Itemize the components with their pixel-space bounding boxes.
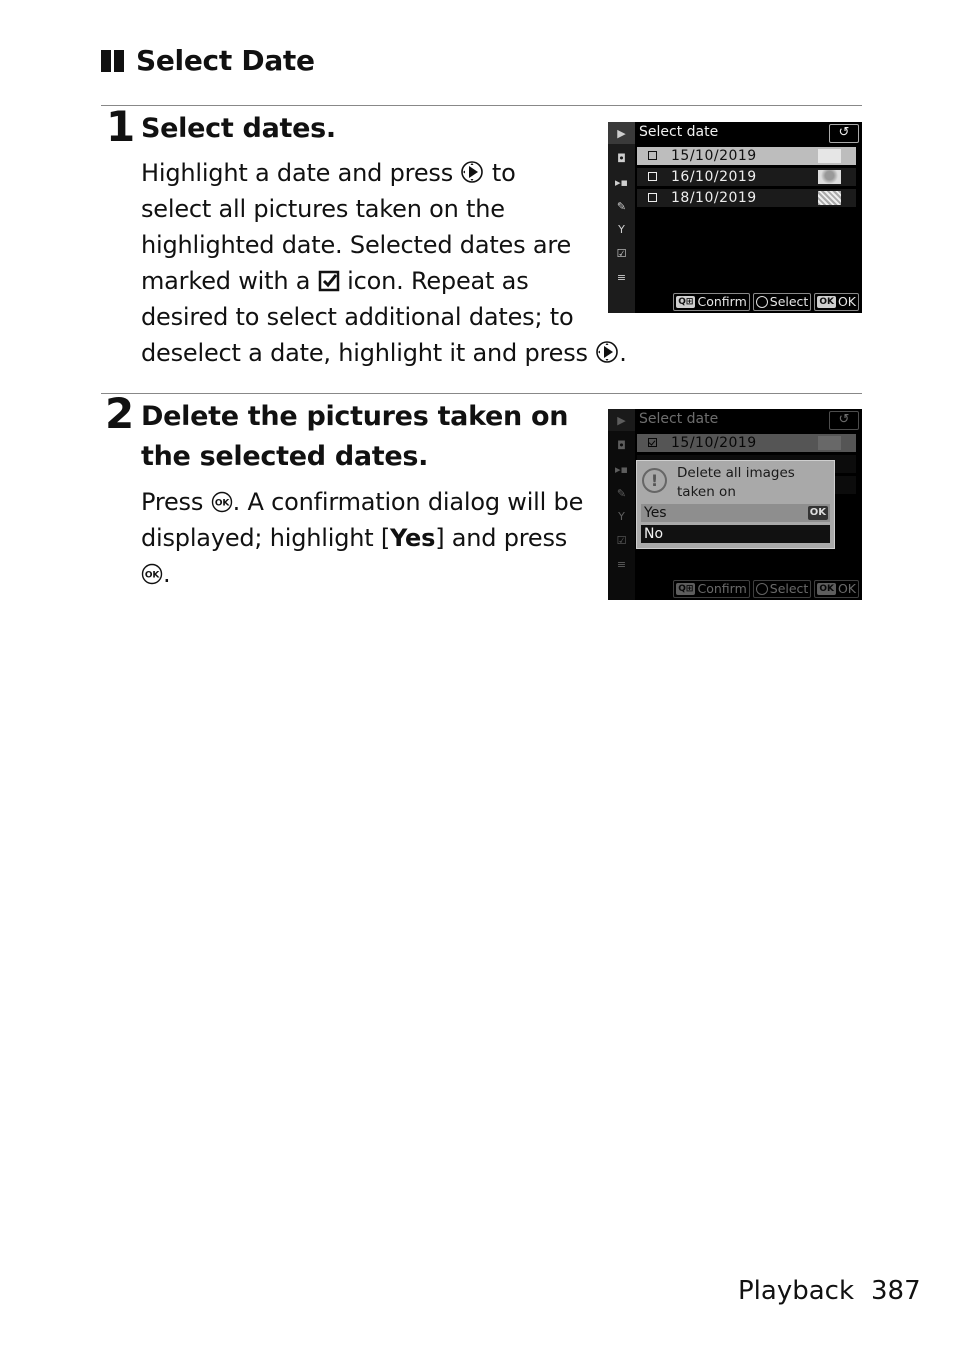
step-1-divider	[101, 105, 862, 106]
multi-selector-icon	[755, 296, 768, 308]
section-marker-icon	[101, 49, 124, 72]
photo-shooting-icon: ◘	[617, 151, 626, 165]
step-1-body: Highlight a date and press to select all…	[141, 159, 627, 367]
ok-button-icon: OK	[141, 563, 163, 585]
multi-selector-right-icon	[596, 341, 619, 363]
step-2-body: Press OK. A confirmation dialog will be …	[141, 488, 584, 588]
confirm-hint: Q⊞Confirm	[673, 293, 750, 311]
checkbox-checked-icon	[318, 270, 339, 292]
step-2-divider	[101, 393, 862, 394]
step-1-number: 1	[106, 102, 136, 151]
page-number: 387	[871, 1276, 921, 1306]
checkbox-icon[interactable]	[648, 172, 657, 181]
warning-icon: !	[642, 468, 667, 493]
select-hint: Select	[752, 293, 812, 311]
camera-screen-select-date: ▶ ◘ ▸▪ ✎ Y ☑ ≡ Select date ↺ 15/10/2019 …	[608, 122, 862, 313]
screen-title: Select date	[639, 124, 719, 140]
svg-text:OK: OK	[214, 499, 229, 509]
confirm-dialog: ! Delete all images taken on selected da…	[636, 460, 835, 549]
date-row[interactable]: 15/10/2019	[637, 147, 856, 165]
ok-key-icon: OK	[817, 296, 836, 308]
camera-screen-delete-confirm: ▶ ◘ ▸▪ ✎ Y ☑ ≡ Select date ↺ 15/10/2019 …	[608, 409, 862, 600]
my-menu-icon: ≡	[616, 270, 627, 284]
playback-menu-icon: ▶	[608, 122, 635, 144]
ok-button-icon: OK	[211, 491, 232, 513]
thumbnail	[818, 191, 841, 205]
multi-selector-right-icon	[461, 161, 484, 183]
dialog-option-yes[interactable]: Yes OK	[641, 504, 830, 522]
checkbox-icon[interactable]	[648, 151, 657, 160]
thumbnail	[818, 149, 841, 163]
ok-key-icon: OK	[807, 506, 828, 520]
custom-settings-icon: ✎	[616, 199, 627, 213]
return-icon[interactable]: ↺	[829, 124, 859, 143]
footer-section-name: Playback	[738, 1276, 855, 1306]
movie-shooting-icon: ▸▪	[615, 175, 628, 189]
step-1-title: Select dates.	[141, 113, 336, 144]
svg-text:OK: OK	[145, 571, 160, 581]
thumbnail	[818, 170, 841, 184]
date-row[interactable]: 18/10/2019	[637, 189, 856, 207]
menu-sidebar: ▶ ◘ ▸▪ ✎ Y ☑ ≡	[608, 122, 635, 313]
dialog-option-no[interactable]: No	[641, 525, 830, 543]
step-2-number: 2	[105, 389, 135, 438]
screen-footer: Q⊞Confirm Select OKOK	[673, 293, 859, 311]
checkbox-icon[interactable]	[648, 193, 657, 202]
step-2-title: Delete the pictures taken on the selecte…	[141, 401, 569, 472]
ok-hint: OKOK	[814, 293, 859, 311]
section-title: Select Date	[101, 44, 315, 77]
section-title-text: Select Date	[136, 44, 315, 77]
date-row[interactable]: 16/10/2019	[637, 168, 856, 186]
retouch-icon: ☑	[616, 246, 627, 260]
zoom-out-key-icon: Q⊞	[676, 296, 696, 308]
setup-icon: Y	[618, 222, 625, 236]
